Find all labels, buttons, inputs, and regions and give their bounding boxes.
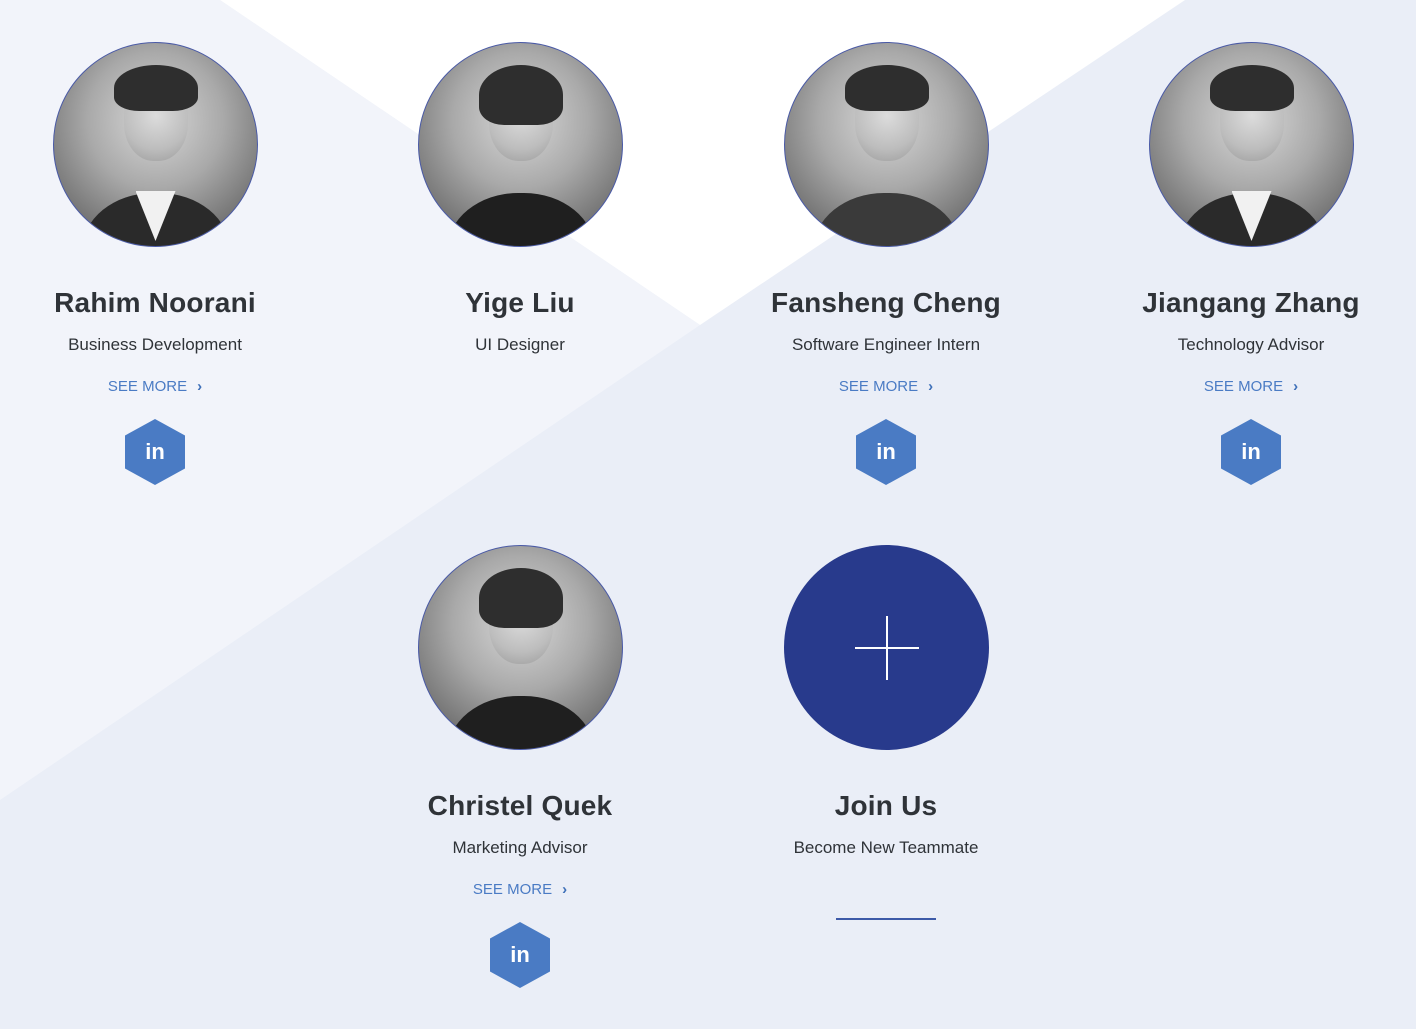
member-photo [417, 545, 623, 750]
linkedin-button[interactable]: in [125, 419, 185, 485]
member-photo [52, 42, 258, 247]
member-name: Yige Liu [465, 287, 575, 318]
chevron-right-icon: › [928, 378, 934, 395]
linkedin-icon: in [510, 942, 530, 967]
linkedin-button[interactable]: in [1221, 419, 1281, 485]
team-member-fansheng-cheng: Fansheng Cheng Software Engineer Intern … [703, 42, 1069, 485]
linkedin-icon: in [1241, 439, 1261, 464]
see-more-label: SEE MORE [838, 378, 919, 395]
plus-icon [854, 616, 919, 680]
chevron-right-icon: › [562, 881, 568, 898]
member-photo [1148, 42, 1354, 247]
see-more-link[interactable]: SEE MORE › [108, 377, 202, 397]
linkedin-button[interactable]: in [856, 419, 916, 485]
member-role: Marketing Advisor [452, 838, 588, 857]
see-more-link[interactable]: SEE MORE › [1204, 377, 1298, 397]
member-photo [783, 42, 989, 247]
team-member-christel-quek: Christel Quek Marketing Advisor SEE MORE… [337, 545, 703, 988]
member-name: Fansheng Cheng [771, 287, 1001, 318]
divider-line [836, 918, 936, 920]
join-us-button[interactable] [783, 545, 989, 750]
linkedin-button[interactable]: in [490, 922, 550, 988]
chevron-right-icon: › [197, 378, 203, 395]
see-more-label: SEE MORE [107, 378, 188, 395]
join-us-subtitle: Become New Teammate [793, 838, 979, 857]
member-role: Business Development [68, 335, 242, 354]
member-name: Jiangang Zhang [1142, 287, 1360, 318]
member-role: Software Engineer Intern [791, 335, 981, 354]
member-role: Technology Advisor [1177, 335, 1325, 354]
see-more-link[interactable]: SEE MORE › [839, 377, 933, 397]
team-member-yige-liu: Yige Liu UI Designer [337, 42, 703, 357]
team-member-jiangang-zhang: Jiangang Zhang Technology Advisor SEE MO… [1068, 42, 1416, 485]
see-more-link[interactable]: SEE MORE › [473, 880, 567, 900]
linkedin-icon: in [145, 439, 165, 464]
see-more-label: SEE MORE [472, 881, 553, 898]
team-member-rahim-noorani: Rahim Noorani Business Development SEE M… [0, 42, 338, 485]
join-us-card: Join Us Become New Teammate [703, 545, 1069, 920]
join-us-title: Join Us [834, 790, 938, 821]
chevron-right-icon: › [1293, 378, 1299, 395]
member-photo [417, 42, 623, 247]
member-name: Christel Quek [427, 790, 613, 821]
member-name: Rahim Noorani [54, 287, 256, 318]
member-role: UI Designer [475, 335, 565, 354]
see-more-label: SEE MORE [1203, 378, 1284, 395]
linkedin-icon: in [876, 439, 896, 464]
